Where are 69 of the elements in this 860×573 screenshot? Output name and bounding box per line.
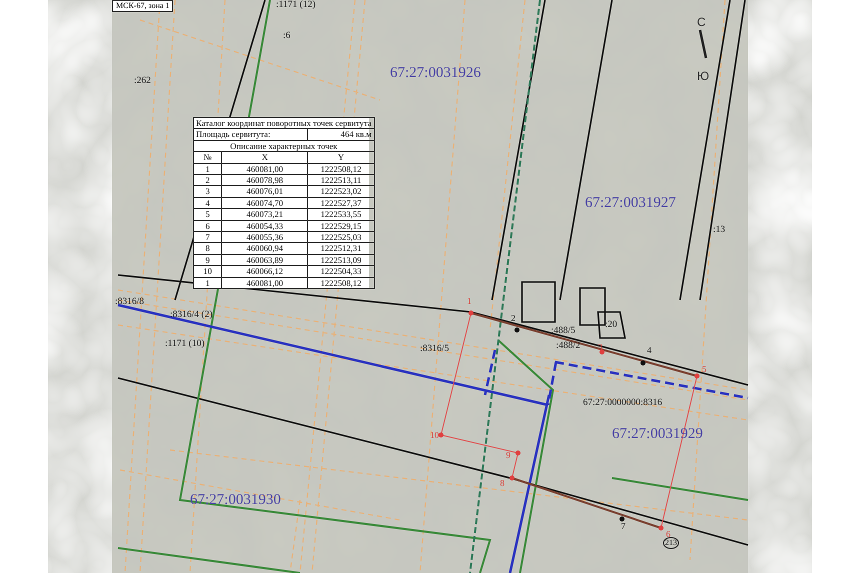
vertex-number: 8 bbox=[500, 479, 504, 488]
parcel-label: :1171 (10) bbox=[165, 340, 204, 350]
table-cell: 460073,21 bbox=[222, 208, 308, 220]
parcel-label: :8316/5 bbox=[420, 345, 450, 354]
table-cell: 460081,00 bbox=[222, 277, 308, 289]
table-cell: 6 bbox=[194, 220, 222, 232]
vertex-number: 2 bbox=[511, 314, 516, 323]
table-cell: 460063,89 bbox=[222, 254, 308, 266]
table-cell: 1222525,03 bbox=[308, 232, 374, 243]
table-cell: 460081,00 bbox=[222, 163, 308, 175]
table-cell: 1222508,12 bbox=[308, 277, 374, 289]
cadastral-block-label: 67:27:0031930 bbox=[190, 493, 281, 508]
table-cell: 460060,94 bbox=[222, 242, 308, 254]
cadastral-block-label: 67:27:0031926 bbox=[390, 66, 481, 81]
column-header: X bbox=[222, 152, 308, 164]
table-cell: 1222533,55 bbox=[308, 208, 374, 220]
table-cell: 460076,01 bbox=[222, 186, 308, 198]
parcel-label: :8316/4 (2) bbox=[170, 311, 212, 320]
table-cell: 3 bbox=[194, 186, 222, 198]
table-cell: 1222513,09 bbox=[308, 254, 374, 266]
coordinate-system-label: МСК-67, зона 1 bbox=[112, 0, 174, 12]
parcel-label: :488/2 bbox=[556, 342, 580, 352]
table-cell: 7 bbox=[194, 232, 222, 243]
table-cell: 1222504,33 bbox=[308, 266, 374, 278]
table-title: Каталог координат поворотных точек сервитута bbox=[194, 118, 374, 129]
parcel-label: :488/5 bbox=[551, 327, 576, 336]
table-cell: 460078,98 bbox=[222, 174, 308, 186]
table-subtitle: Описание характерных точек bbox=[194, 140, 374, 152]
vertex-number: 3 bbox=[598, 343, 602, 352]
table-cell: 10 bbox=[194, 266, 222, 278]
parcel-label: :8316/8 bbox=[115, 298, 144, 308]
table-cell: 460055,36 bbox=[222, 232, 308, 243]
compass-south-label: Ю bbox=[697, 70, 710, 82]
compass-north-label: С bbox=[697, 16, 706, 28]
parcel-label: :6 bbox=[283, 32, 290, 42]
table-cell: 460074,70 bbox=[222, 197, 308, 209]
table-cell: 460066,12 bbox=[222, 266, 308, 278]
area-value: 464 кв.м bbox=[308, 128, 374, 140]
parcel-label: :262 bbox=[134, 77, 151, 86]
table-cell: 1222513,11 bbox=[308, 174, 374, 186]
table-cell: 2 bbox=[194, 174, 222, 186]
table-cell: 1222527,37 bbox=[308, 197, 374, 209]
vertex-number: 1 bbox=[467, 297, 472, 306]
parcel-label: :13 bbox=[713, 226, 726, 236]
vertex-number: 5 bbox=[702, 365, 706, 374]
vertex-number: 9 bbox=[506, 451, 510, 460]
table-cell: 1222523,02 bbox=[308, 186, 374, 198]
column-header: Y bbox=[308, 152, 374, 164]
table-cell: 460054,33 bbox=[222, 220, 308, 232]
vertex-number: 6 bbox=[666, 530, 670, 539]
parcel-label: :20 bbox=[605, 321, 618, 330]
table-cell: 1 bbox=[194, 163, 222, 175]
circled-number: 213 bbox=[663, 537, 679, 549]
vertex-number: 4 bbox=[647, 346, 652, 355]
table-cell: 5 bbox=[194, 208, 222, 220]
vertex-number: 10 bbox=[430, 431, 439, 440]
table-cell: 1222512,31 bbox=[308, 242, 374, 254]
table-cell: 1222529,15 bbox=[308, 220, 374, 232]
table-cell: 1222508,12 bbox=[308, 163, 374, 175]
column-header: № bbox=[194, 152, 222, 164]
parcel-label: :1171 (12) bbox=[276, 1, 316, 10]
parcel-label: 67:27:0000000:8316 bbox=[583, 399, 662, 408]
cadastral-block-label: 67:27:0031927 bbox=[585, 196, 676, 211]
vertex-number: 7 bbox=[621, 522, 626, 531]
table-cell: 4 bbox=[194, 197, 222, 209]
area-label: Площадь сервитута: bbox=[194, 128, 308, 140]
table-cell: 1 bbox=[194, 277, 222, 289]
table-cell: 8 bbox=[194, 242, 222, 254]
table-cell: 9 bbox=[194, 254, 222, 266]
